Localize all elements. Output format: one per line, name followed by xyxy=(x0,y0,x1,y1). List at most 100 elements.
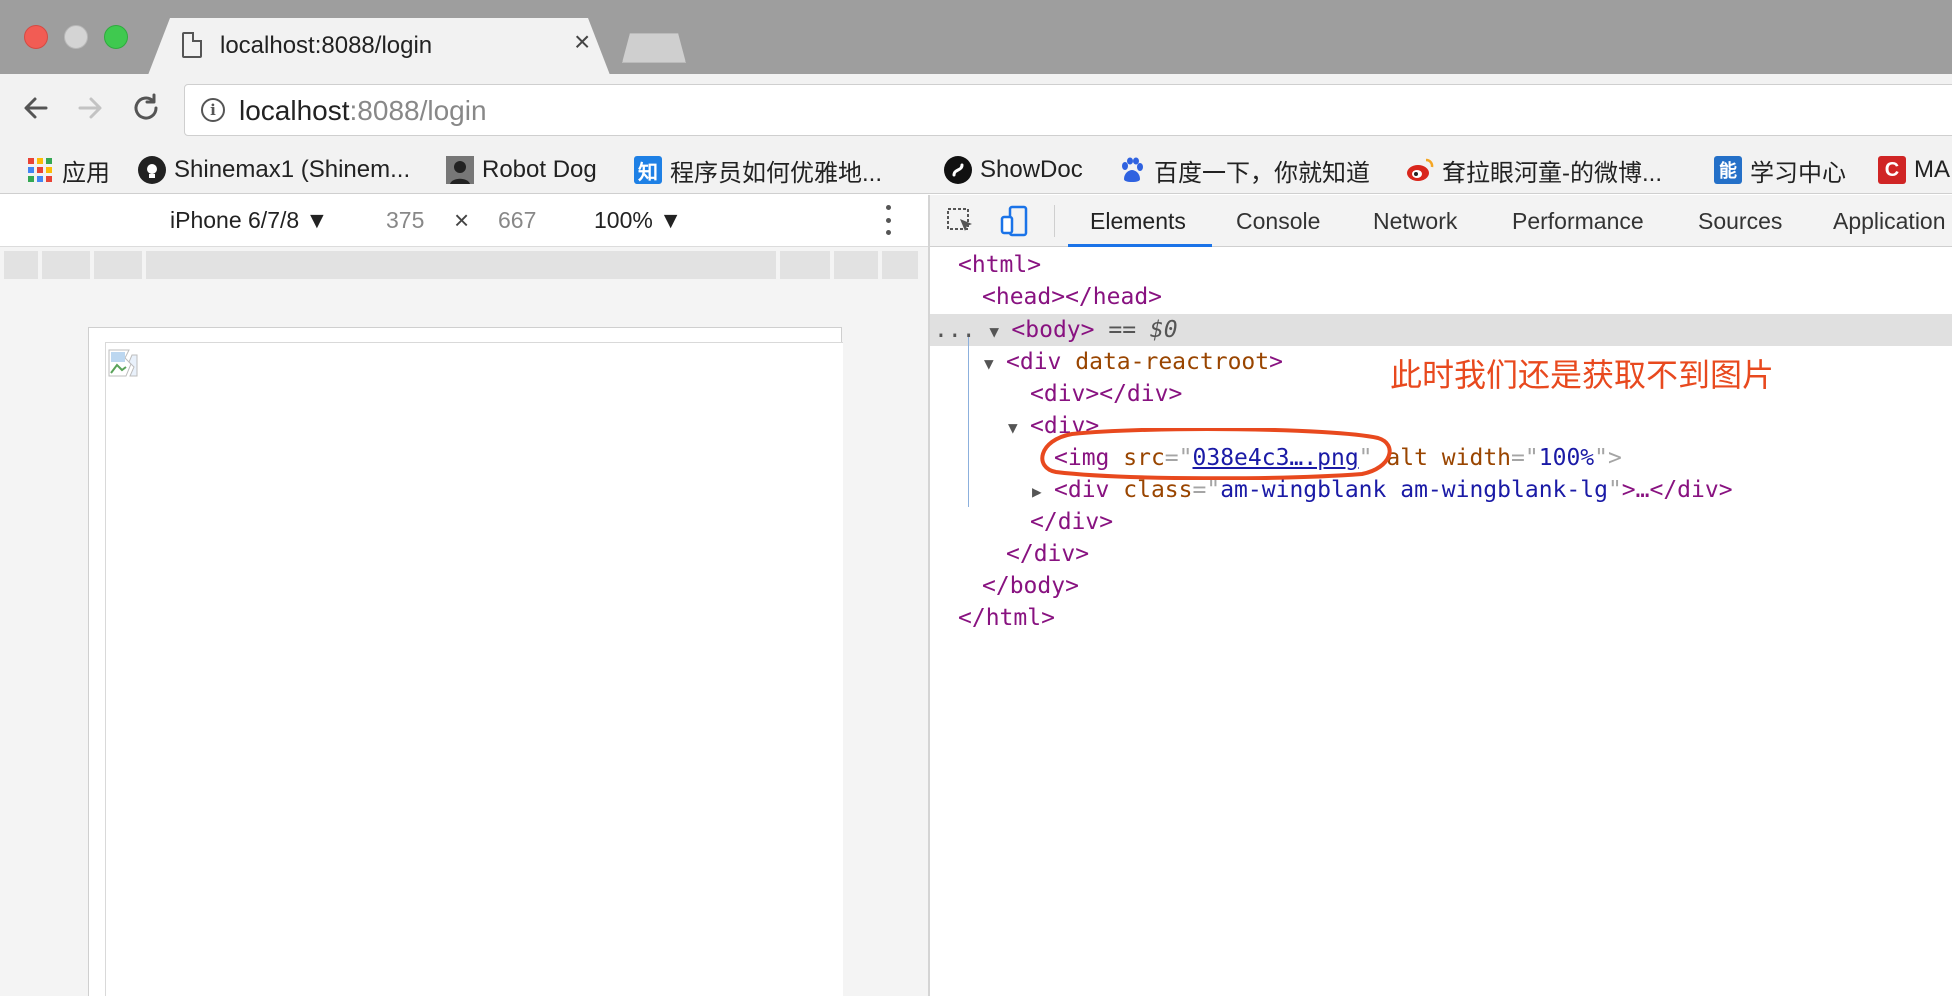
document-icon xyxy=(182,32,202,58)
media-query-ruler[interactable] xyxy=(4,251,926,279)
bookmark-ma[interactable]: C MA xyxy=(1878,154,1950,186)
avatar-icon xyxy=(446,156,474,184)
bookmark-baidu[interactable]: 百度一下，你就知道 xyxy=(1118,154,1370,187)
forward-arrow-icon[interactable] xyxy=(74,92,106,130)
device-toolbar-icon[interactable] xyxy=(998,205,1030,237)
attr-value: 100% xyxy=(1538,445,1595,471)
tab-sources[interactable]: Sources xyxy=(1698,208,1782,235)
window-minimize-button[interactable] xyxy=(64,25,88,49)
tag-text: <head></head> xyxy=(982,284,1163,310)
dom-node-html-close[interactable]: </html> xyxy=(958,602,1055,634)
devtools-panel: Elements Console Network Performance Sou… xyxy=(930,195,1952,996)
url-path: :8088/login xyxy=(349,95,487,126)
tab-close-icon[interactable]: × xyxy=(574,28,590,56)
dom-node-div-close[interactable]: </div> xyxy=(1030,506,1113,538)
bookmark-label: 学习中心 xyxy=(1750,159,1846,187)
github-icon xyxy=(138,156,166,184)
selected-node-marker: == $0 xyxy=(1108,317,1177,343)
expand-triangle-icon[interactable]: ▼ xyxy=(989,316,1011,348)
tag-text: > xyxy=(1269,349,1283,375)
tag-text: <div xyxy=(1054,477,1110,503)
ma-icon: C xyxy=(1878,156,1906,184)
bookmark-apps[interactable]: 应用 xyxy=(26,154,110,187)
attr-name: width xyxy=(1441,445,1512,471)
annotation-circle-icon xyxy=(1040,428,1392,480)
dom-node-html[interactable]: <html> xyxy=(958,249,1041,281)
collapse-triangle-icon[interactable]: ▶ xyxy=(1032,476,1054,508)
more-options-icon[interactable] xyxy=(884,205,892,235)
attr-value: am-wingblank am-wingblank-lg xyxy=(1220,477,1608,503)
bookmark-study-center[interactable]: 能 学习中心 xyxy=(1714,154,1846,187)
new-tab-button[interactable] xyxy=(622,33,686,63)
baidu-paw-icon xyxy=(1118,156,1146,184)
bookmark-weibo[interactable]: 耷拉眼河童-的微博... xyxy=(1406,154,1662,187)
toolbar-separator xyxy=(1054,205,1055,237)
attr-name: class xyxy=(1123,477,1193,503)
reload-icon[interactable] xyxy=(130,92,162,130)
tag-text: <div xyxy=(1006,349,1062,375)
browser-titlebar: localhost:8088/login × xyxy=(0,0,1952,75)
url-text[interactable]: localhost:8088/login xyxy=(239,95,487,127)
device-select[interactable]: iPhone 6/7/8 ▼ xyxy=(170,207,328,234)
bookmark-github[interactable]: Shinemax1 (Shinem... xyxy=(138,154,410,186)
bookmark-label: 程序员如何优雅地... xyxy=(670,159,883,187)
window-close-button[interactable] xyxy=(24,25,48,49)
bookmark-zhihu[interactable]: 知 程序员如何优雅地... xyxy=(634,154,883,187)
device-toolbar: iPhone 6/7/8 ▼ 375 × 667 100% ▼ xyxy=(0,195,928,247)
tag-text: <html> xyxy=(958,252,1042,278)
bookmark-label: 耷拉眼河童-的微博... xyxy=(1442,159,1662,187)
dom-node-head[interactable]: <head></head> xyxy=(982,281,1162,313)
device-width-input[interactable]: 375 xyxy=(386,207,424,234)
url-host: localhost xyxy=(239,95,350,126)
apps-grid-icon xyxy=(26,156,54,184)
browser-tab[interactable]: localhost:8088/login × xyxy=(148,18,610,75)
weibo-icon xyxy=(1406,156,1434,184)
bookmark-robot-dog[interactable]: Robot Dog xyxy=(446,154,597,186)
dom-node-div-empty[interactable]: <div></div> xyxy=(1030,378,1182,410)
tag-text: </div> xyxy=(1006,541,1090,567)
tab-console[interactable]: Console xyxy=(1236,208,1320,235)
tab-title: localhost:8088/login xyxy=(220,32,433,59)
address-bar[interactable]: i localhost:8088/login xyxy=(184,84,1952,136)
tab-network[interactable]: Network xyxy=(1373,208,1457,235)
tag-text: >…</div> xyxy=(1621,477,1733,503)
annotation-note: 此时我们还是获取不到图片 xyxy=(1390,357,1775,393)
dom-node-div-reactroot[interactable]: ▼ <div data-reactroot> xyxy=(984,346,1283,378)
neng-icon: 能 xyxy=(1714,156,1742,184)
device-height-input[interactable]: 667 xyxy=(498,207,536,234)
bookmark-label: MA xyxy=(1914,156,1950,183)
page-viewport[interactable] xyxy=(105,342,843,996)
bookmark-showdoc[interactable]: ShowDoc xyxy=(944,154,1083,186)
tag-text: <div></div> xyxy=(1030,381,1183,407)
broken-image-icon xyxy=(108,349,138,377)
bookmark-label: 百度一下，你就知道 xyxy=(1154,159,1370,187)
bookmark-label: 应用 xyxy=(62,159,110,187)
expand-triangle-icon[interactable]: ▼ xyxy=(984,348,1006,380)
tag-text: <body> xyxy=(1011,317,1095,343)
browser-toolbar: i localhost:8088/login xyxy=(0,74,1952,146)
tab-application[interactable]: Application xyxy=(1833,208,1946,235)
tag-text: </html> xyxy=(958,605,1055,631)
attr-name: data-reactroot xyxy=(1075,349,1270,375)
dom-node-body[interactable]: ... ▼ <body> == $0 xyxy=(934,314,1178,346)
bookmark-label: Robot Dog xyxy=(482,156,597,183)
zoom-select[interactable]: 100% ▼ xyxy=(594,207,682,234)
showdoc-icon xyxy=(944,156,972,184)
tab-performance[interactable]: Performance xyxy=(1512,208,1644,235)
devtools-tabbar: Elements Console Network Performance Sou… xyxy=(930,195,1952,247)
tab-elements[interactable]: Elements xyxy=(1090,208,1186,235)
window-maximize-button[interactable] xyxy=(104,25,128,49)
node-menu-dots[interactable]: ... xyxy=(934,317,976,343)
expand-triangle-icon[interactable]: ▼ xyxy=(1008,412,1030,444)
device-viewport-frame xyxy=(88,327,843,996)
tag-text: </div> xyxy=(1030,509,1114,535)
dom-node-body-close[interactable]: </body> xyxy=(982,570,1079,602)
tag-text: </body> xyxy=(982,573,1079,599)
info-icon[interactable]: i xyxy=(201,98,225,122)
dom-node-div-close-outer[interactable]: </div> xyxy=(1006,538,1089,570)
back-arrow-icon[interactable] xyxy=(20,92,52,130)
bookmark-label: ShowDoc xyxy=(980,156,1083,183)
inspect-element-icon[interactable] xyxy=(944,205,976,237)
bookmarks-bar: 应用 Shinemax1 (Shinem... Robot Dog 知 程序员如… xyxy=(0,146,1952,194)
bookmark-label: Shinemax1 (Shinem... xyxy=(174,156,411,183)
